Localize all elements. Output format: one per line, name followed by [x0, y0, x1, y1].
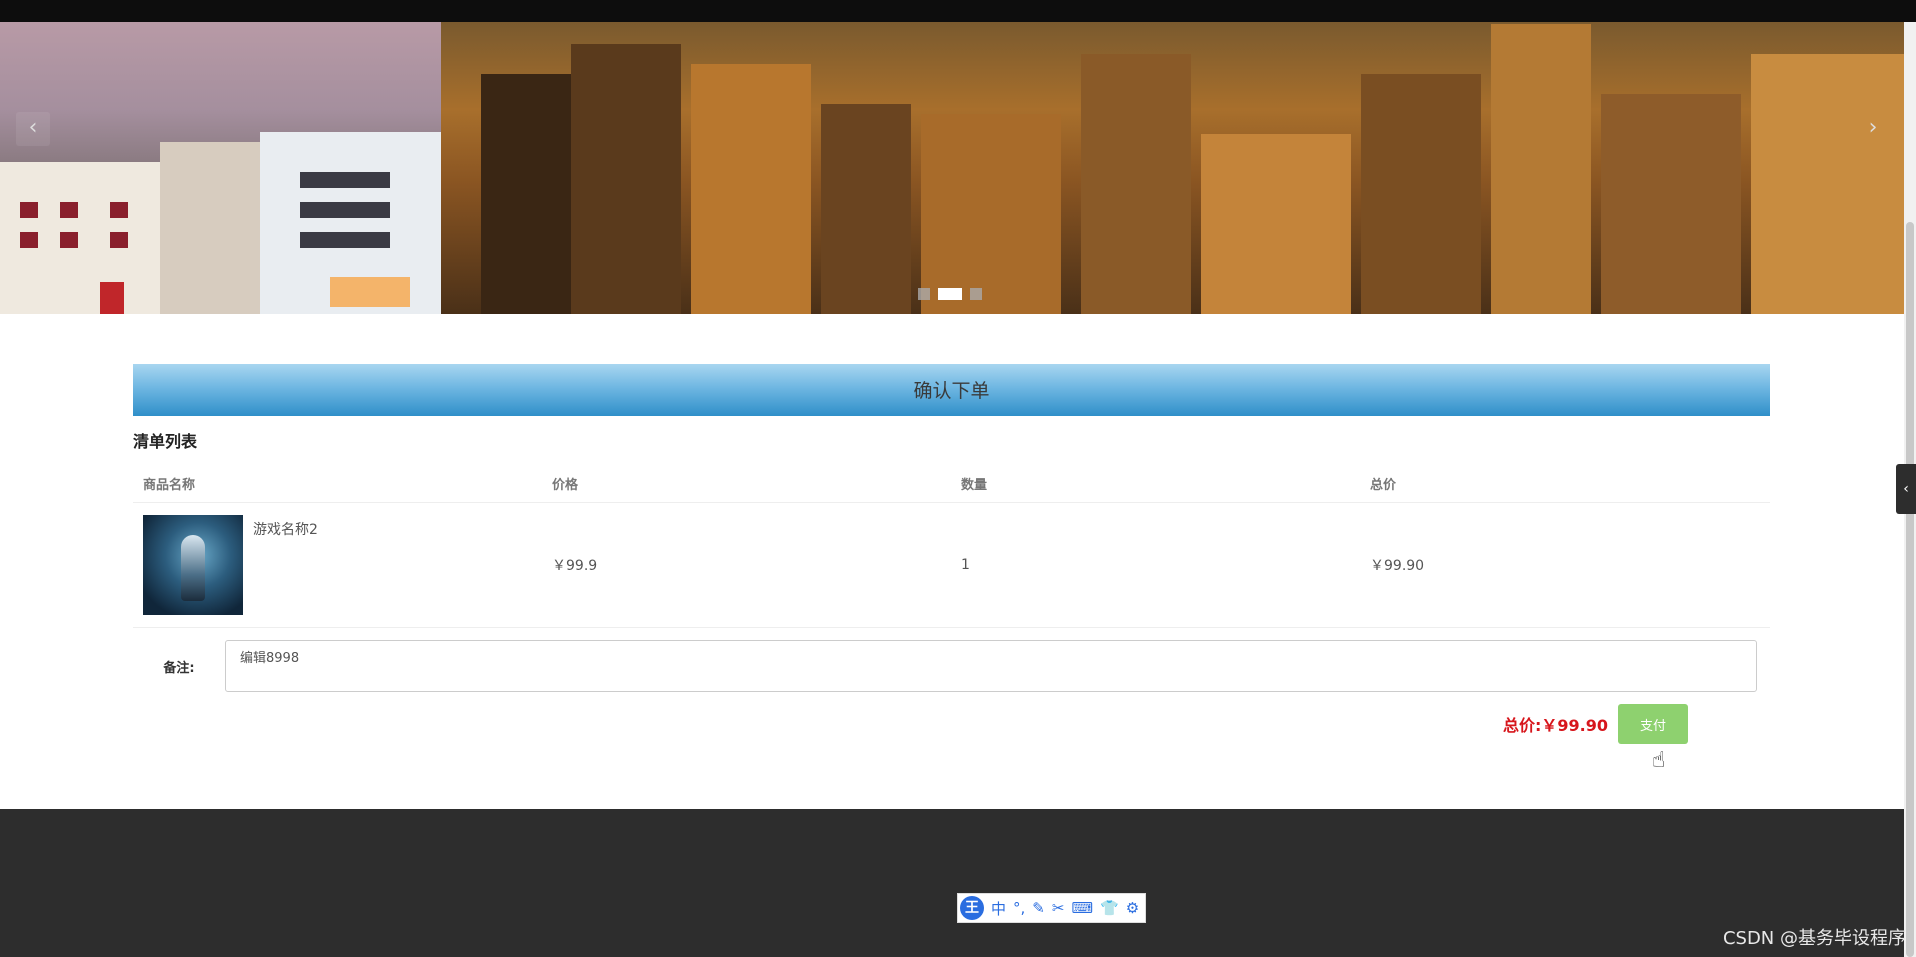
cell-quantity: 1 [951, 502, 1360, 627]
table-header-row: 商品名称 价格 数量 总价 [133, 474, 1770, 503]
product-image [143, 515, 243, 615]
col-header-price: 价格 [552, 478, 579, 493]
top-navbar [0, 0, 1916, 22]
remark-textarea[interactable]: 编辑8998 [225, 640, 1757, 692]
table-row: 游戏名称2 ￥99.9 1 ￥99.90 [133, 502, 1770, 627]
page-footer [0, 809, 1904, 957]
total-label: 总价: [1502, 716, 1542, 735]
ime-chinese-mode-icon[interactable]: 中 [991, 898, 1006, 919]
ime-skin-icon[interactable]: 👕 [1100, 899, 1119, 917]
cell-subtotal: ￥99.90 [1360, 502, 1770, 627]
ime-handwrite-icon[interactable]: ✎ [1032, 899, 1045, 917]
list-title: 清单列表 [133, 432, 198, 451]
watermark: CSDN @基务毕设程序 [1722, 928, 1906, 949]
carousel-dot-3[interactable] [970, 288, 982, 300]
carousel-dot-1[interactable] [918, 288, 930, 300]
ime-punctuation-icon[interactable]: °, [1013, 899, 1025, 917]
ime-scissors-icon[interactable]: ✂ [1052, 899, 1065, 917]
ime-logo-icon[interactable]: 王 [960, 896, 984, 920]
ime-settings-icon[interactable]: ⚙ [1126, 899, 1139, 917]
carousel-next-button[interactable]: › [1856, 112, 1890, 146]
ime-keyboard-icon[interactable]: ⌨ [1071, 899, 1093, 917]
col-header-quantity: 数量 [961, 478, 988, 493]
remark-row: 备注: 编辑8998 [133, 627, 1770, 692]
order-confirm-panel: 确认下单 清单列表 商品名称 价格 数量 总价 游戏名称2 ￥99.9 1 ￥9… [133, 364, 1770, 744]
cell-product: 游戏名称2 [133, 502, 542, 627]
total-value: ￥99.90 [1541, 716, 1608, 735]
cell-price: ￥99.9 [542, 502, 951, 627]
scroll-thumb[interactable] [1906, 222, 1914, 957]
carousel-slide-previous [0, 22, 441, 314]
carousel-indicators [918, 288, 982, 300]
carousel-prev-button[interactable]: ‹ [16, 112, 50, 146]
carousel-dot-2[interactable] [938, 288, 962, 300]
ime-toolbar: 王 中 °, ✎ ✂ ⌨ 👕 ⚙ [957, 893, 1147, 923]
remark-label: 备注: [163, 660, 195, 676]
product-name: 游戏名称2 [253, 522, 318, 538]
section-title: 确认下单 [133, 364, 1770, 416]
hand-cursor-icon: ☝ [1652, 748, 1666, 773]
total-price: 总价:￥99.90 [1503, 712, 1608, 736]
order-table: 商品名称 价格 数量 总价 游戏名称2 ￥99.9 1 ￥99.90 [133, 474, 1770, 627]
total-row: 总价:￥99.90 支付 [133, 704, 1770, 744]
col-header-name: 商品名称 [143, 478, 196, 493]
carousel-slide-current [441, 22, 1904, 314]
banner-carousel: ‹ › [0, 22, 1904, 314]
col-header-total: 总价 [1370, 478, 1397, 493]
side-panel-toggle[interactable]: ‹ [1896, 464, 1916, 514]
pay-button[interactable]: 支付 [1618, 704, 1688, 744]
